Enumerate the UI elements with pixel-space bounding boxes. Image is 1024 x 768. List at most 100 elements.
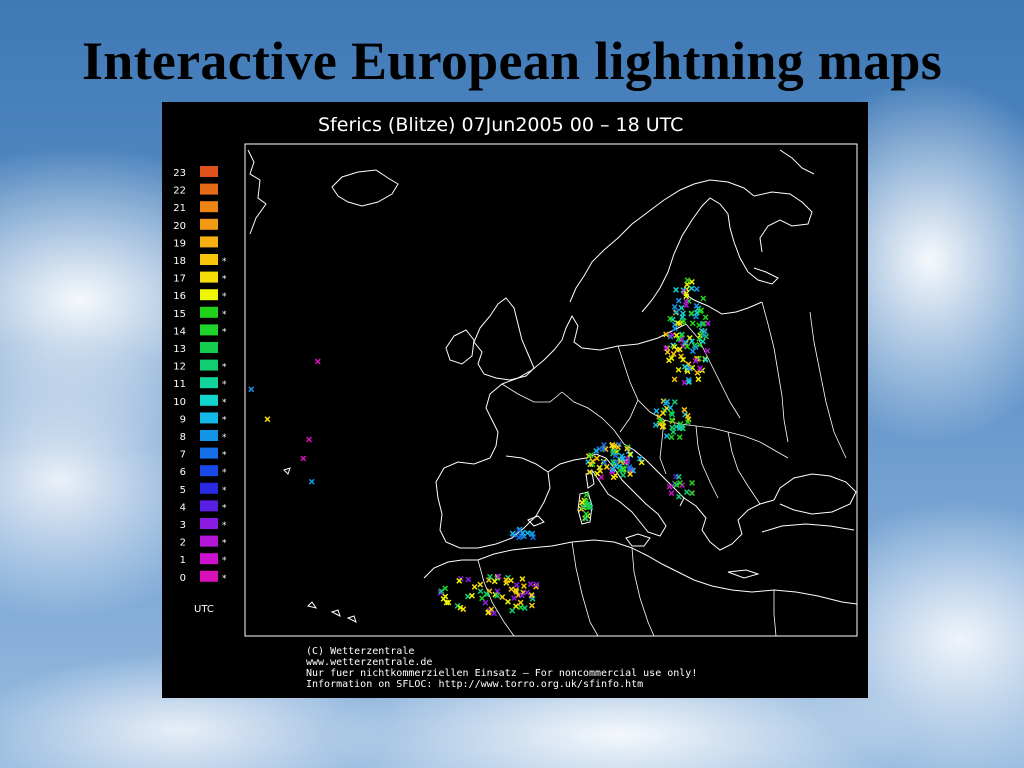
legend-color-swatch xyxy=(200,570,218,582)
legend-color-swatch xyxy=(200,430,218,441)
legend-color-swatch xyxy=(200,359,218,371)
lightning-strike-mark xyxy=(508,586,515,593)
legend-hour-label: 18 xyxy=(173,256,186,267)
legend-hour-label: 15 xyxy=(173,309,186,320)
lightning-strike-mark xyxy=(680,310,686,317)
legend-color-swatch xyxy=(200,324,218,336)
page-title: Interactive European lightning maps xyxy=(81,31,943,91)
lightning-strike-mark xyxy=(683,489,690,495)
lightning-strike-mark xyxy=(678,304,685,311)
legend-color-swatch xyxy=(200,465,218,477)
legend-hour-label: 19 xyxy=(173,238,186,249)
lightning-strike-mark xyxy=(689,480,696,486)
lightning-strike-mark xyxy=(689,320,696,327)
lightning-strike-mark xyxy=(300,455,307,462)
legend-color-swatch xyxy=(200,271,218,283)
lightning-strike-mark xyxy=(442,585,449,592)
lightning-strike-mark xyxy=(664,398,671,405)
legend-hour-label: 0 xyxy=(180,573,186,584)
lightning-strike-mark xyxy=(695,376,702,383)
legend-color-swatch xyxy=(200,518,218,529)
lightning-strike-mark xyxy=(593,455,600,462)
legend-hour-label: 7 xyxy=(180,450,186,461)
legend-hour-label: 16 xyxy=(173,291,186,302)
legend-star-marker: * xyxy=(222,503,227,513)
lightning-strike-mark xyxy=(693,286,700,292)
legend-unit: UTC xyxy=(194,604,214,615)
legend-color-swatch xyxy=(200,412,218,424)
legend-hour-label: 17 xyxy=(173,274,186,285)
lightning-strike-mark xyxy=(482,599,489,606)
lightning-strike-mark xyxy=(689,490,695,497)
legend-star-marker: * xyxy=(222,275,227,285)
legend-star-marker: * xyxy=(222,521,227,531)
legend-hour-label: 1 xyxy=(180,555,186,566)
legend-star-marker: * xyxy=(222,451,227,461)
legend-hour-label: 4 xyxy=(180,502,186,513)
lightning-map: Sferics (Blitze) 07Jun2005 00 – 18 UTC 2… xyxy=(173,114,858,690)
lightning-strike-mark xyxy=(504,598,511,605)
lightning-strike-mark xyxy=(671,376,678,383)
lightning-strike-mark xyxy=(583,510,590,517)
legend-hour-label: 3 xyxy=(180,520,186,531)
legend-color-swatch xyxy=(200,500,218,512)
legend-hour-label: 12 xyxy=(173,362,186,373)
legend-color-swatch xyxy=(200,254,218,265)
lightning-strike-mark xyxy=(666,483,673,490)
legend-hour-label: 8 xyxy=(180,432,186,443)
lightning-strike-mark xyxy=(697,365,704,372)
lightning-strike-mark xyxy=(308,478,315,485)
lightning-strike-mark xyxy=(668,490,675,497)
legend-color-swatch xyxy=(200,306,218,318)
lightning-strike-mark xyxy=(583,491,590,498)
legend-hour-label: 9 xyxy=(180,414,186,425)
credit-line: Information on SFLOC: http://www.torro.o… xyxy=(306,679,643,690)
lightning-strike-mark xyxy=(513,582,520,588)
lightning-strike-mark xyxy=(675,297,682,304)
legend-hour-label: 6 xyxy=(180,467,186,478)
map-title: Sferics (Blitze) 07Jun2005 00 – 18 UTC xyxy=(318,114,683,136)
legend-color-swatch xyxy=(200,183,218,195)
legend-hour-label: 21 xyxy=(173,203,186,214)
lightning-strike-mark xyxy=(667,404,674,411)
lightning-strike-mark xyxy=(314,358,321,365)
lightning-strike-mark xyxy=(689,348,696,355)
legend-star-marker: * xyxy=(222,468,227,478)
lightning-strike-mark xyxy=(508,577,514,584)
hour-legend: 232221201918 *17 *16 *15 *14 *1312 *11 *10 *9 *8 *… xyxy=(173,166,227,584)
legend-hour-label: 14 xyxy=(173,326,186,337)
lightning-strike-mark xyxy=(529,602,535,609)
legend-color-swatch xyxy=(200,447,218,459)
lightning-strike-mark xyxy=(511,595,518,602)
lightning-strike-mark xyxy=(676,434,683,441)
legend-star-marker: * xyxy=(222,486,227,496)
lightning-strike-mark xyxy=(471,583,478,590)
credit-line: (C) Wetterzentrale xyxy=(306,646,414,657)
lightning-strike-mark xyxy=(681,406,688,413)
lightning-strike-mark xyxy=(521,583,527,589)
legend-color-swatch xyxy=(200,342,218,353)
lightning-strike-mark xyxy=(668,434,675,441)
legend-hour-label: 2 xyxy=(180,538,186,549)
lightning-strike-mark xyxy=(670,429,677,435)
lightning-strike-mark xyxy=(513,603,519,610)
lightning-map-panel: Sferics (Blitze) 07Jun2005 00 – 18 UTC 2… xyxy=(162,102,868,698)
lightning-strike-mark xyxy=(688,285,695,292)
legend-star-marker: * xyxy=(222,415,227,425)
lightning-strike-mark xyxy=(653,408,660,414)
lightning-strike-mark xyxy=(499,594,506,601)
lightning-strike-mark xyxy=(524,589,531,596)
lightning-strike-mark xyxy=(673,286,679,293)
lightning-strike-mark xyxy=(469,592,475,599)
credit-line: www.wetterzentrale.de xyxy=(306,657,432,668)
lightning-strike-mark xyxy=(264,416,271,423)
legend-star-marker: * xyxy=(222,327,227,337)
lightning-strike-mark xyxy=(700,295,707,302)
lightning-strike-mark xyxy=(521,605,528,612)
lightning-strike-mark xyxy=(666,357,672,364)
legend-color-swatch xyxy=(200,166,218,177)
lightning-strike-mark xyxy=(675,493,682,500)
lightning-strike-mark xyxy=(671,303,678,310)
lightning-strike-mark xyxy=(477,588,484,595)
legend-color-swatch xyxy=(200,201,218,213)
